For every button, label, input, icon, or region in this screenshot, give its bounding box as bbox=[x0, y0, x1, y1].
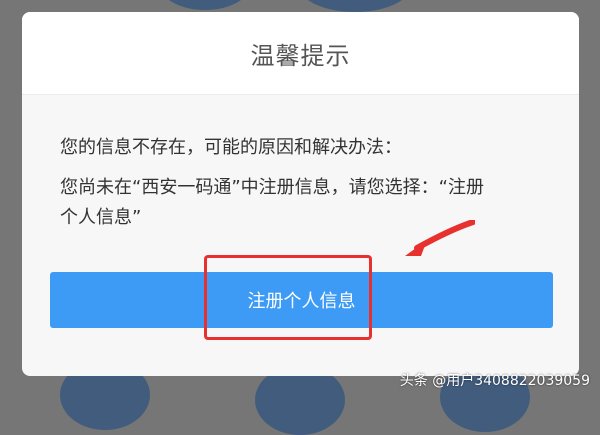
dialog-title: 温馨提示 bbox=[250, 41, 351, 70]
prompt-dialog: 温馨提示 您的信息不存在，可能的原因和解决办法： 您尚未在“西安一码通”中注册信… bbox=[22, 12, 579, 376]
dialog-body: 您的信息不存在，可能的原因和解决办法： 您尚未在“西安一码通”中注册信息，请您选… bbox=[22, 95, 579, 233]
dialog-header: 温馨提示 bbox=[22, 12, 579, 95]
register-personal-info-button[interactable]: 注册个人信息 bbox=[50, 272, 553, 328]
message-solution: 您尚未在“西安一码通”中注册信息，请您选择：“注册个人信息” bbox=[60, 177, 484, 228]
background-shape bbox=[300, 0, 410, 12]
message-reason: 您的信息不存在，可能的原因和解决办法： bbox=[60, 137, 402, 158]
watermark: 头条 @用户3408822039059 bbox=[399, 373, 590, 389]
background-shape bbox=[160, 0, 250, 10]
